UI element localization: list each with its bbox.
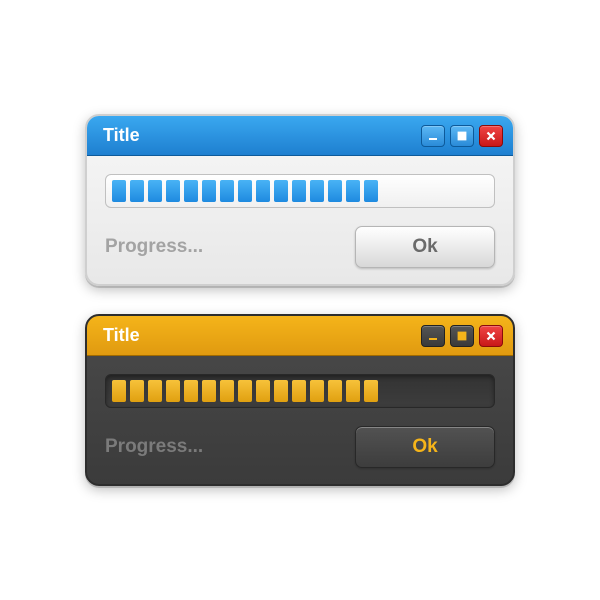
close-button[interactable] bbox=[479, 125, 503, 147]
progress-segment bbox=[202, 180, 216, 202]
progress-segment bbox=[238, 380, 252, 402]
progress-segment bbox=[328, 380, 342, 402]
status-text: Progress... bbox=[105, 436, 203, 458]
status-text: Progress... bbox=[105, 236, 203, 258]
ok-button[interactable]: Ok bbox=[355, 226, 495, 268]
progress-segment bbox=[238, 180, 252, 202]
titlebar: Title bbox=[87, 116, 513, 156]
close-icon bbox=[485, 330, 497, 342]
window-title: Title bbox=[103, 325, 140, 346]
minimize-button[interactable] bbox=[421, 125, 445, 147]
ok-button-label: Ok bbox=[412, 436, 437, 458]
close-button[interactable] bbox=[479, 325, 503, 347]
window-body: Progress... Ok bbox=[87, 356, 513, 484]
minimize-icon bbox=[427, 130, 439, 142]
progress-segment bbox=[292, 380, 306, 402]
dialog-window-light: Title Progress... Ok bbox=[85, 114, 515, 286]
progress-segment bbox=[148, 180, 162, 202]
progress-segment bbox=[148, 380, 162, 402]
minimize-button[interactable] bbox=[421, 325, 445, 347]
progress-segment bbox=[310, 380, 324, 402]
maximize-button[interactable] bbox=[450, 325, 474, 347]
window-footer: Progress... Ok bbox=[105, 226, 495, 268]
progress-segment bbox=[130, 380, 144, 402]
minimize-icon bbox=[427, 330, 439, 342]
ok-button-label: Ok bbox=[412, 236, 437, 258]
progress-segment bbox=[166, 180, 180, 202]
progress-segment bbox=[364, 380, 378, 402]
progress-segment bbox=[220, 380, 234, 402]
window-body: Progress... Ok bbox=[87, 156, 513, 284]
progress-segment bbox=[256, 180, 270, 202]
window-title: Title bbox=[103, 125, 140, 146]
progress-segment bbox=[292, 180, 306, 202]
window-footer: Progress... Ok bbox=[105, 426, 495, 468]
progress-segment bbox=[202, 380, 216, 402]
progress-segment bbox=[274, 380, 288, 402]
progress-segment bbox=[328, 180, 342, 202]
progress-segment bbox=[346, 180, 360, 202]
progress-segment bbox=[184, 180, 198, 202]
progress-segment bbox=[166, 380, 180, 402]
progress-segment bbox=[256, 380, 270, 402]
close-icon bbox=[485, 130, 497, 142]
ok-button[interactable]: Ok bbox=[355, 426, 495, 468]
progress-segment bbox=[346, 380, 360, 402]
progress-segment bbox=[220, 180, 234, 202]
window-controls bbox=[421, 125, 503, 147]
progress-segment bbox=[364, 180, 378, 202]
maximize-button[interactable] bbox=[450, 125, 474, 147]
maximize-icon bbox=[456, 330, 468, 342]
dialog-window-dark: Title Progress... Ok bbox=[85, 314, 515, 486]
progress-segment bbox=[310, 180, 324, 202]
progress-bar bbox=[105, 374, 495, 408]
maximize-icon bbox=[456, 130, 468, 142]
window-controls bbox=[421, 325, 503, 347]
progress-segment bbox=[184, 380, 198, 402]
progress-segment bbox=[112, 380, 126, 402]
titlebar: Title bbox=[87, 316, 513, 356]
progress-segment bbox=[130, 180, 144, 202]
progress-segment bbox=[274, 180, 288, 202]
progress-segment bbox=[112, 180, 126, 202]
progress-bar bbox=[105, 174, 495, 208]
